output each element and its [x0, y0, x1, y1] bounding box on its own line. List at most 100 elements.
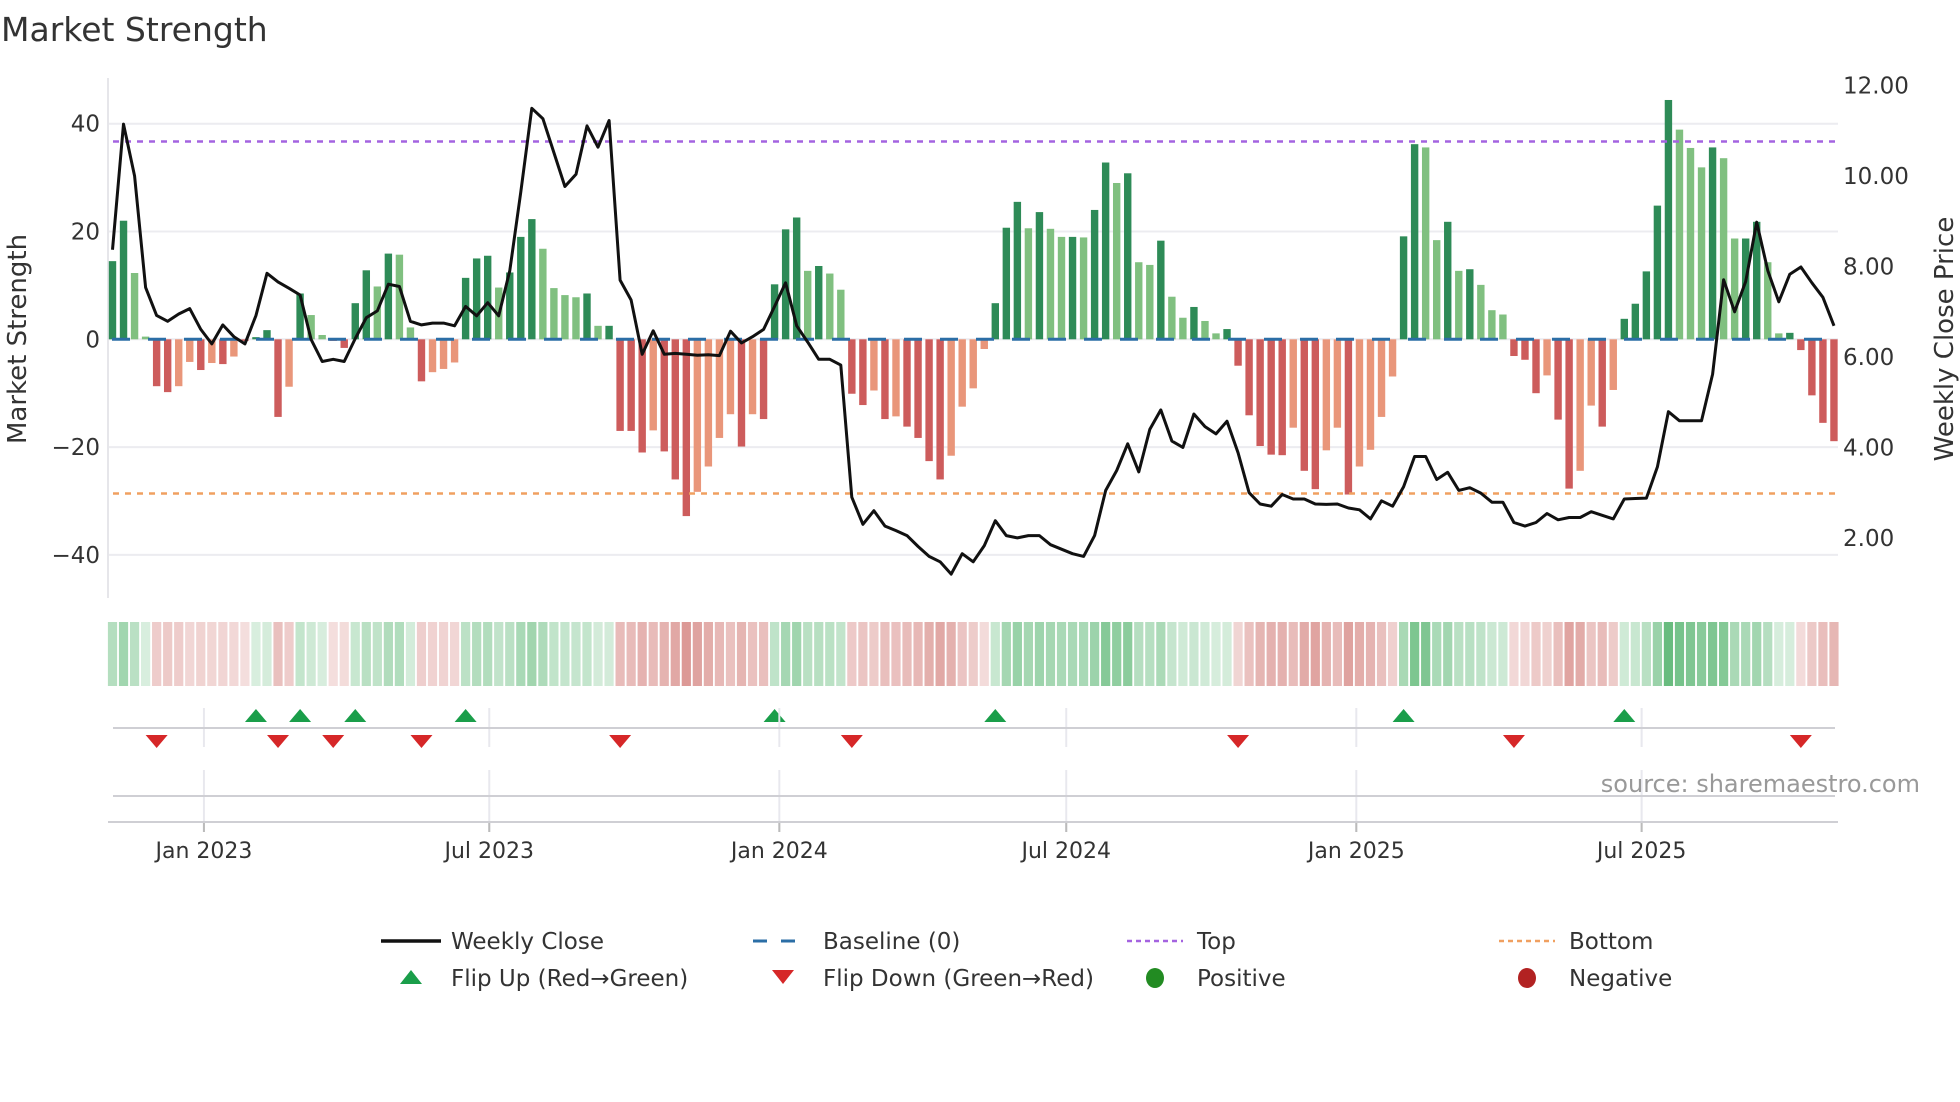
strength-bar: [1786, 332, 1794, 340]
heat-strip-cell: [1498, 622, 1508, 686]
heat-strip-cell: [1730, 622, 1740, 686]
legend-label: Positive: [1197, 966, 1286, 992]
strength-bar: [539, 248, 547, 340]
heat-strip-cell: [1432, 622, 1442, 686]
strength-bar: [1565, 339, 1573, 489]
strength-bar: [1146, 264, 1154, 340]
heat-strip-cell: [141, 622, 151, 686]
flip-down-marker: [840, 735, 863, 748]
strength-bar: [1289, 339, 1297, 428]
x-tick-label: Jan 2024: [729, 839, 828, 864]
heat-strip-cell: [383, 622, 393, 686]
heat-strip-cell: [1134, 622, 1144, 686]
heat-strip-cell: [1421, 622, 1431, 686]
heat-strip-cell: [1365, 622, 1376, 686]
strength-bar: [1587, 339, 1595, 406]
strength-bar: [693, 339, 702, 492]
source-label: source: sharemaestro.com: [1601, 770, 1920, 798]
strength-bar: [1410, 144, 1419, 340]
heat-strip-cell: [957, 622, 967, 686]
heat-strip-cell: [747, 622, 758, 686]
strength-bar: [175, 339, 183, 387]
strength-bar: [1168, 296, 1176, 340]
heat-strip-cell: [714, 622, 725, 686]
heat-strip-cell: [449, 622, 460, 686]
strength-bar: [826, 273, 834, 340]
strength-bar: [605, 325, 613, 340]
heat-strip-cell: [1354, 622, 1365, 686]
heat-strip-cell: [196, 622, 206, 686]
strength-bar: [1112, 182, 1121, 340]
strength-bars: [108, 99, 1838, 517]
strength-bar: [483, 255, 492, 340]
heat-strip-cell: [968, 622, 978, 686]
heat-strip-cell: [1078, 622, 1089, 686]
y-axis-ticks: 40 20 0 −20 −40: [51, 112, 100, 569]
strength-bar: [1455, 270, 1463, 340]
heat-strip-cell: [1630, 622, 1640, 686]
flip-up-marker: [344, 709, 367, 722]
heat-strip-cell: [472, 622, 482, 686]
heat-strip-cell: [1741, 622, 1751, 686]
heat-strip-cell: [1211, 622, 1221, 686]
strength-bar: [1256, 339, 1264, 447]
heat-strip-cell: [163, 622, 173, 686]
strength-bar: [925, 339, 933, 462]
flip-up-marker: [454, 709, 477, 722]
heat-strip-cell: [1641, 622, 1651, 686]
strength-bar: [1576, 339, 1584, 471]
heat-strip-cell: [803, 622, 813, 686]
heat-strip-cell: [295, 622, 305, 686]
chart-title: Market Strength: [1, 10, 268, 49]
heat-strip-cell: [240, 622, 250, 686]
strength-bar: [230, 339, 238, 357]
y2-tick-label: 6.00: [1843, 345, 1894, 371]
strength-bar: [1466, 269, 1474, 340]
legend-label: Bottom: [1569, 929, 1653, 955]
strength-bar: [1355, 339, 1364, 467]
heat-strip-cell: [1222, 622, 1232, 686]
heat-strip-cell: [725, 622, 736, 686]
heat-strip-cell: [1454, 622, 1464, 686]
strength-bar: [1046, 228, 1055, 340]
legend-positive-icon: [1146, 968, 1164, 988]
y2-tick-label: 8.00: [1843, 255, 1894, 281]
heat-strip-cell: [692, 622, 702, 686]
strength-bar: [163, 339, 172, 393]
strength-bar: [152, 339, 161, 387]
strength-bar: [848, 339, 856, 394]
strength-bar: [1488, 310, 1496, 340]
heat-strip-cell: [1542, 622, 1552, 686]
heat-strip-cell: [549, 622, 559, 686]
strength-bar: [1819, 339, 1827, 423]
strength-bar: [417, 339, 426, 382]
strength-bar: [1002, 227, 1011, 340]
heat-strip-cell: [207, 622, 217, 686]
heat-strip-cell: [229, 622, 239, 686]
heat-strip-cell: [1586, 622, 1596, 686]
heat-strip-cell: [505, 622, 515, 686]
strength-bar: [1399, 236, 1408, 340]
heat-strip-cell: [1244, 622, 1254, 686]
heat-strip-cell: [1465, 622, 1475, 686]
heat-strip-cell: [1774, 622, 1784, 686]
heat-strip-cell: [1476, 622, 1486, 686]
strength-bar: [1808, 339, 1816, 396]
strength-bar: [1664, 99, 1673, 340]
strength-bar: [1079, 237, 1088, 340]
heat-strip-cell: [1321, 622, 1331, 686]
x-tick-label: Jan 2023: [153, 839, 252, 864]
heat-strip-cell: [1310, 622, 1320, 686]
strength-bar: [219, 339, 227, 365]
heat-strip-cell: [461, 622, 471, 686]
heat-strip-cell: [1674, 622, 1685, 686]
strength-bar: [1322, 339, 1331, 451]
strength-bar: [1708, 147, 1717, 340]
x-tick-label: Jul 2025: [1595, 839, 1687, 864]
strength-bar: [1333, 339, 1342, 428]
strength-bar: [1499, 314, 1507, 340]
flip-up-marker: [984, 709, 1007, 722]
strength-bar: [583, 293, 591, 340]
strength-bar: [572, 297, 580, 340]
strength-bar: [130, 273, 139, 340]
